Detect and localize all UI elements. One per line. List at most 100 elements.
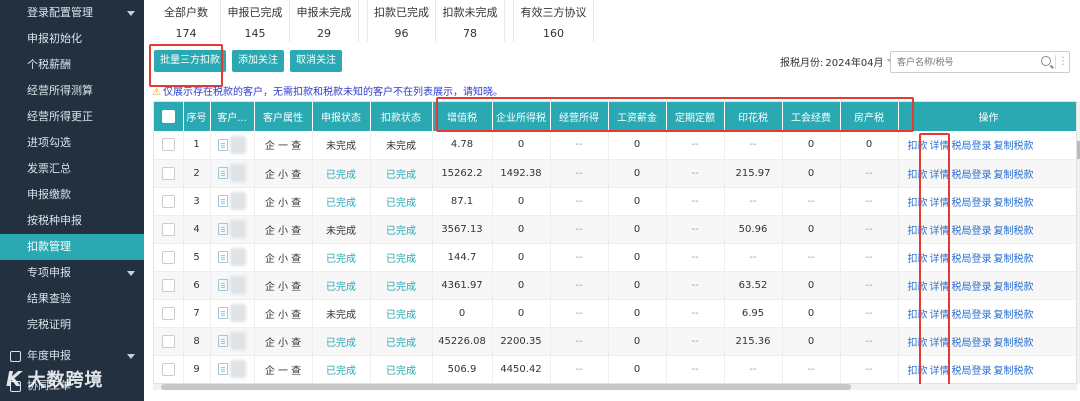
table-row[interactable]: 6企 小 查已完成 已完成 4361.97 0 -- 0 -- 63.52 0 -- 扣款 详情 税局登… <box>154 271 1076 300</box>
more-icon[interactable]: ⋮ <box>1058 56 1068 68</box>
sidebar-item-11[interactable]: 结果查验 <box>0 286 144 312</box>
details-link[interactable]: 详情 <box>930 254 950 265</box>
sidebar-item-7[interactable]: 申报缴款 <box>0 182 144 208</box>
deduct-link[interactable]: 扣款 <box>908 338 928 349</box>
customer-cell[interactable] <box>210 159 255 188</box>
details-link[interactable]: 详情 <box>930 338 950 349</box>
sidebar-item-10[interactable]: 专项申报 <box>0 260 144 286</box>
customer-cell[interactable] <box>210 355 255 383</box>
row-checkbox-cell[interactable] <box>154 159 184 188</box>
copy-tax-link[interactable]: 复制税款 <box>994 366 1034 377</box>
search-icon[interactable] <box>1041 56 1051 66</box>
row-checkbox[interactable] <box>161 194 175 208</box>
copy-tax-link[interactable]: 复制税款 <box>994 338 1034 349</box>
table-row[interactable]: 5企 小 查已完成 已完成 144.7 0 -- 0 -- -- -- -- 扣款 详情 税局登录 复制税… <box>154 243 1076 272</box>
tax-bureau-login-link[interactable]: 税局登录 <box>952 338 992 349</box>
deduct-link[interactable]: 扣款 <box>908 198 928 209</box>
sidebar-item-5[interactable]: 进项勾选 <box>0 130 144 156</box>
scroll-thumb[interactable] <box>161 384 851 390</box>
column-header[interactable] <box>154 102 184 131</box>
horizontal-scrollbar[interactable] <box>153 384 1077 390</box>
document-icon[interactable] <box>218 279 228 291</box>
row-checkbox[interactable] <box>161 306 175 320</box>
copy-tax-link[interactable]: 复制税款 <box>994 282 1034 293</box>
sidebar-item-1[interactable]: 申报初始化 <box>0 26 144 52</box>
customer-cell[interactable] <box>210 243 255 272</box>
cancel-follow-button[interactable]: 取消关注 <box>290 50 342 72</box>
customer-cell[interactable] <box>210 131 255 160</box>
table-row[interactable]: 4企 小 查未完成 已完成 3567.13 0 -- 0 -- 50.96 0 -- 扣款 详情 税局登… <box>154 215 1076 244</box>
details-link[interactable]: 详情 <box>930 170 950 181</box>
row-checkbox-cell[interactable] <box>154 271 184 300</box>
row-checkbox-cell[interactable] <box>154 327 184 356</box>
search-box[interactable]: ⋮ <box>890 51 1070 73</box>
document-icon[interactable] <box>218 167 228 179</box>
copy-tax-link[interactable]: 复制税款 <box>994 141 1034 152</box>
stat-card[interactable]: 扣款已完成 96 <box>367 0 436 42</box>
deduct-link[interactable]: 扣款 <box>908 141 928 152</box>
customer-cell[interactable] <box>210 271 255 300</box>
deduct-link[interactable]: 扣款 <box>908 282 928 293</box>
add-follow-button[interactable]: 添加关注 <box>232 50 284 72</box>
customer-cell[interactable] <box>210 327 255 356</box>
deduct-link[interactable]: 扣款 <box>908 170 928 181</box>
document-icon[interactable] <box>218 251 228 263</box>
row-checkbox-cell[interactable] <box>154 243 184 272</box>
document-icon[interactable] <box>218 335 228 347</box>
table-row[interactable]: 1企 一 查未完成 未完成 4.78 0 -- 0 -- -- 0 0 扣款 详情 税局登录 复制税款 <box>154 131 1076 160</box>
sidebar-item-0[interactable]: 登录配置管理 <box>0 0 144 26</box>
row-checkbox[interactable] <box>161 334 175 348</box>
row-checkbox-cell[interactable] <box>154 215 184 244</box>
tax-bureau-login-link[interactable]: 税局登录 <box>952 226 992 237</box>
details-link[interactable]: 详情 <box>930 310 950 321</box>
select-all-checkbox[interactable] <box>161 110 175 123</box>
table-row[interactable]: 2企 小 查已完成 已完成 15262.2 1492.38 -- 0 -- 215.97 0 --… <box>154 159 1076 188</box>
document-icon[interactable] <box>218 363 228 375</box>
customer-cell[interactable] <box>210 299 255 328</box>
copy-tax-link[interactable]: 复制税款 <box>994 310 1034 321</box>
details-link[interactable]: 详情 <box>930 198 950 209</box>
stat-card[interactable]: 有效三方协议 160 <box>513 0 594 42</box>
copy-tax-link[interactable]: 复制税款 <box>994 226 1034 237</box>
deduct-link[interactable]: 扣款 <box>908 366 928 377</box>
document-icon[interactable] <box>218 223 228 235</box>
table-row[interactable]: 9企 一 查已完成 已完成 506.9 4450.42 -- 0 -- -- -- -- 扣款 详情税… <box>154 355 1076 383</box>
tax-bureau-login-link[interactable]: 税局登录 <box>952 141 992 152</box>
document-icon[interactable] <box>218 195 228 207</box>
copy-tax-link[interactable]: 复制税款 <box>994 254 1034 265</box>
batch-deduct-button[interactable]: 批量三方扣款 <box>154 50 226 72</box>
customer-cell[interactable] <box>210 215 255 244</box>
row-checkbox[interactable] <box>161 138 175 152</box>
row-checkbox-cell[interactable] <box>154 355 184 383</box>
stat-card[interactable]: 扣款未完成 78 <box>436 0 505 42</box>
document-icon[interactable] <box>218 138 228 151</box>
sidebar-item-12[interactable]: 完税证明 <box>0 312 144 338</box>
tax-bureau-login-link[interactable]: 税局登录 <box>952 366 992 377</box>
row-checkbox[interactable] <box>161 250 175 264</box>
tax-bureau-login-link[interactable]: 税局登录 <box>952 198 992 209</box>
sidebar-item-6[interactable]: 发票汇总 <box>0 156 144 182</box>
table-row[interactable]: 3企 小 查已完成 已完成 87.1 0 -- 0 -- -- -- -- 扣款 详情 税局登录 复制税款 <box>154 187 1076 216</box>
row-checkbox[interactable] <box>161 362 175 376</box>
sidebar-item-8[interactable]: 按税种申报 <box>0 208 144 234</box>
stat-card[interactable]: 申报未完成 29 <box>290 0 359 42</box>
tax-bureau-login-link[interactable]: 税局登录 <box>952 254 992 265</box>
tax-bureau-login-link[interactable]: 税局登录 <box>952 310 992 321</box>
month-value[interactable]: 2024年04月 <box>825 54 883 69</box>
details-link[interactable]: 详情 <box>930 282 950 293</box>
deduct-link[interactable]: 扣款 <box>908 226 928 237</box>
stat-card[interactable]: 全部户数 174 <box>152 0 221 42</box>
copy-tax-link[interactable]: 复制税款 <box>994 198 1034 209</box>
row-checkbox[interactable] <box>161 278 175 292</box>
sidebar-item-2[interactable]: 个税薪酬 <box>0 52 144 78</box>
sidebar-item-3[interactable]: 经营所得测算 <box>0 78 144 104</box>
row-checkbox-cell[interactable] <box>154 131 184 160</box>
table-row[interactable]: 7企 小 查未完成 已完成 0 0 -- 0 -- 6.95 0 -- 扣款 详情 税局登录 复制税款 <box>154 299 1076 328</box>
search-input[interactable] <box>897 54 1037 70</box>
row-checkbox-cell[interactable] <box>154 187 184 216</box>
tax-bureau-login-link[interactable]: 税局登录 <box>952 170 992 181</box>
deduct-link[interactable]: 扣款 <box>908 310 928 321</box>
sidebar-item-9[interactable]: 扣款管理 <box>0 234 144 260</box>
row-checkbox[interactable] <box>161 222 175 236</box>
document-icon[interactable] <box>218 307 228 319</box>
